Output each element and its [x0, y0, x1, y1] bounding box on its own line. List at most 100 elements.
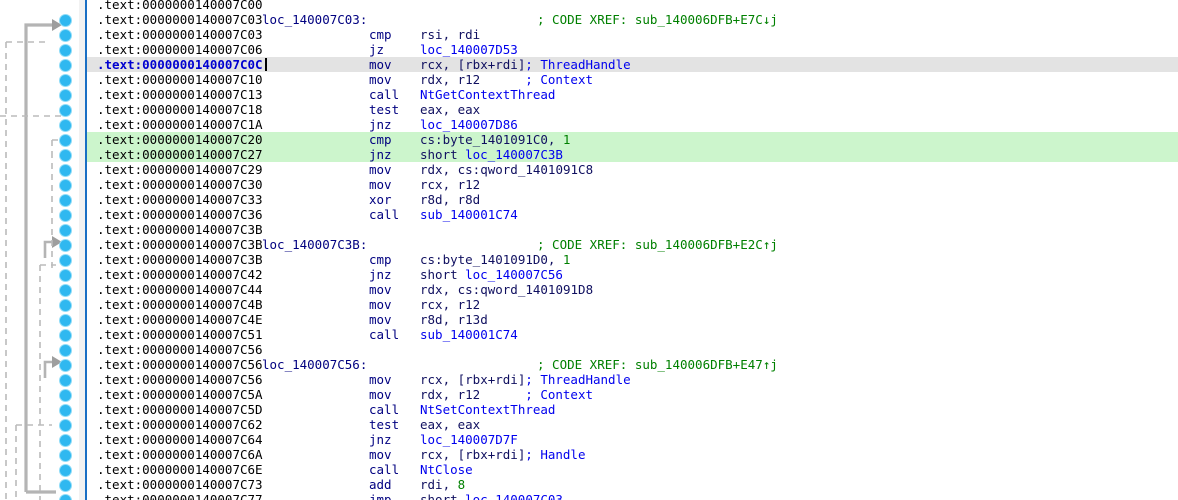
row-xref-comment: ; CODE XREF: sub_140006DFB+E2C↑j	[537, 237, 778, 252]
gutter-dot[interactable]	[60, 315, 71, 326]
gutter-dot[interactable]	[60, 465, 71, 476]
disassembly-row[interactable]: .text:0000000140007C56 mov rcx, [rbx+rdi];…	[87, 372, 1178, 387]
row-label: loc_140007C3B:	[262, 237, 368, 252]
breakpoint-dot-strip[interactable]	[57, 0, 79, 500]
row-mnemonic: call	[369, 402, 400, 417]
disassembly-row[interactable]: .text:0000000140007C64 jnz loc_140007D7F	[87, 432, 1178, 447]
row-address: .text:0000000140007C51	[97, 327, 263, 342]
row-operand-number: 1	[562, 252, 571, 267]
disassembly-row[interactable]: .text:0000000140007C5D call NtSetContextTh…	[87, 402, 1178, 417]
disassembly-row[interactable]: .text:0000000140007C18 test eax, eax	[87, 102, 1178, 117]
disassembly-row[interactable]: .text:0000000140007C30 mov rcx, r12	[87, 177, 1178, 192]
gutter-dot[interactable]	[60, 150, 71, 161]
row-mnemonic: add	[369, 477, 392, 492]
disassembly-row[interactable]: .text:0000000140007C36 call sub_140001C74	[87, 207, 1178, 222]
gutter-dot[interactable]	[60, 180, 71, 191]
gutter-dot[interactable]	[60, 405, 71, 416]
row-address: .text:0000000140007C20	[97, 132, 263, 147]
row-mnemonic: test	[369, 417, 400, 432]
row-operand: cs:byte_1401091C0,	[420, 132, 563, 147]
disassembly-row[interactable]: .text:0000000140007C27 jnz short loc_14000…	[87, 147, 1178, 162]
gutter-dot[interactable]	[60, 375, 71, 386]
row-address: .text:0000000140007C0C	[97, 57, 263, 72]
gutter-dot[interactable]	[60, 225, 71, 236]
disassembly-row[interactable]: .text:0000000140007C73 add rdi, 8	[87, 477, 1178, 492]
row-address: .text:0000000140007C56	[97, 357, 263, 372]
disassembly-row[interactable]: .text:0000000140007C77 jmp short loc_14000…	[87, 492, 1178, 500]
disassembly-listing[interactable]: .text:0000000140007C00 .text:000000014000…	[87, 0, 1178, 500]
disassembly-row[interactable]: .text:0000000140007C3B loc_140007C3B: ; CO…	[87, 237, 1178, 252]
gutter-dot[interactable]	[60, 75, 71, 86]
row-operand-prefix: short	[420, 492, 466, 500]
disassembly-row[interactable]: .text:0000000140007C03 loc_140007C03: ; CO…	[87, 12, 1178, 27]
row-address: .text:0000000140007C03	[97, 12, 263, 27]
row-mnemonic: jnz	[369, 432, 392, 447]
gutter-dot[interactable]	[60, 255, 71, 266]
row-operand: rdx, r12	[420, 72, 481, 87]
gutter-dot[interactable]	[60, 30, 71, 41]
gutter-dot[interactable]	[60, 195, 71, 206]
disassembly-row[interactable]: .text:0000000140007C62 test eax, eax	[87, 417, 1178, 432]
disassembly-row[interactable]: .text:0000000140007C4B mov rcx, r12	[87, 297, 1178, 312]
row-mnemonic: mov	[369, 162, 392, 177]
gutter-dot[interactable]	[60, 300, 71, 311]
row-mnemonic: xor	[369, 192, 392, 207]
row-address: .text:0000000140007C5A	[97, 387, 263, 402]
gutter-dot[interactable]	[60, 420, 71, 431]
row-address: .text:0000000140007C77	[97, 492, 263, 500]
gutter-dot[interactable]	[60, 285, 71, 296]
control-flow-arrow-gutter[interactable]	[0, 0, 64, 500]
gutter-dot[interactable]	[60, 270, 71, 281]
gutter-dot[interactable]	[60, 90, 71, 101]
row-address: .text:0000000140007C4B	[97, 297, 263, 312]
disassembly-row[interactable]: .text:0000000140007C5A mov rdx, r12 ; Conte…	[87, 387, 1178, 402]
disassembly-row[interactable]: .text:0000000140007C4E mov r8d, r13d	[87, 312, 1178, 327]
row-address: .text:0000000140007C36	[97, 207, 263, 222]
disassembly-row[interactable]: .text:0000000140007C1A jnz loc_140007D86	[87, 117, 1178, 132]
gutter-dot[interactable]	[60, 120, 71, 131]
gutter-dot[interactable]	[60, 360, 71, 371]
gutter-dot[interactable]	[60, 480, 71, 491]
row-mnemonic: mov	[369, 282, 392, 297]
gutter-dot[interactable]	[60, 45, 71, 56]
disassembly-row[interactable]: .text:0000000140007C29 mov rdx, cs:qword_1…	[87, 162, 1178, 177]
row-mnemonic: mov	[369, 372, 392, 387]
gutter-dot[interactable]	[60, 495, 71, 500]
disassembly-row[interactable]: .text:0000000140007C6A mov rcx, [rbx+rdi];…	[87, 447, 1178, 462]
disassembly-row[interactable]: .text:0000000140007C00	[87, 0, 1178, 12]
disassembly-row[interactable]: .text:0000000140007C03 cmp rsi, rdi	[87, 27, 1178, 42]
disassembly-row[interactable]: .text:0000000140007C33 xor r8d, r8d	[87, 192, 1178, 207]
disassembly-row[interactable]: .text:0000000140007C20 cmp cs:byte_1401091…	[87, 132, 1178, 147]
disassembly-row[interactable]: .text:0000000140007C13 call NtGetContextTh…	[87, 87, 1178, 102]
gutter-dot[interactable]	[60, 390, 71, 401]
row-address: .text:0000000140007C64	[97, 432, 263, 447]
row-operand: sub_140001C74	[420, 207, 518, 222]
row-mnemonic: mov	[369, 312, 392, 327]
disassembly-row[interactable]: .text:0000000140007C10 mov rdx, r12 ; Conte…	[87, 72, 1178, 87]
gutter-dot[interactable]	[60, 240, 71, 251]
gutter-dot[interactable]	[60, 210, 71, 221]
gutter-dot[interactable]	[60, 105, 71, 116]
disassembly-row[interactable]: .text:0000000140007C6E call NtClose	[87, 462, 1178, 477]
gutter-dot[interactable]	[60, 345, 71, 356]
row-operand-prefix: short	[420, 267, 466, 282]
gutter-dot[interactable]	[60, 450, 71, 461]
gutter-dot[interactable]	[60, 165, 71, 176]
gutter-dot[interactable]	[60, 60, 71, 71]
row-mnemonic: jnz	[369, 147, 392, 162]
disassembly-row[interactable]: .text:0000000140007C56	[87, 342, 1178, 357]
disassembly-row[interactable]: .text:0000000140007C06 jz loc_140007D53	[87, 42, 1178, 57]
gutter-dot[interactable]	[60, 330, 71, 341]
disassembly-row[interactable]: .text:0000000140007C3B	[87, 222, 1178, 237]
gutter-dot[interactable]	[60, 135, 71, 146]
disassembly-row[interactable]: .text:0000000140007C3B cmp cs:byte_1401091…	[87, 252, 1178, 267]
gutter-dot[interactable]	[60, 435, 71, 446]
gutter-dot[interactable]	[60, 15, 71, 26]
row-mnemonic: cmp	[369, 252, 392, 267]
disassembly-row[interactable]: .text:0000000140007C44 mov rdx, cs:qword_1…	[87, 282, 1178, 297]
row-operand: eax, eax	[420, 102, 481, 117]
disassembly-row[interactable]: .text:0000000140007C51 call sub_140001C74	[87, 327, 1178, 342]
disassembly-row[interactable]: .text:0000000140007C0C mov rcx, [rbx+rdi];…	[87, 57, 1178, 72]
disassembly-row[interactable]: .text:0000000140007C56 loc_140007C56: ; CO…	[87, 357, 1178, 372]
disassembly-row[interactable]: .text:0000000140007C42 jnz short loc_14000…	[87, 267, 1178, 282]
